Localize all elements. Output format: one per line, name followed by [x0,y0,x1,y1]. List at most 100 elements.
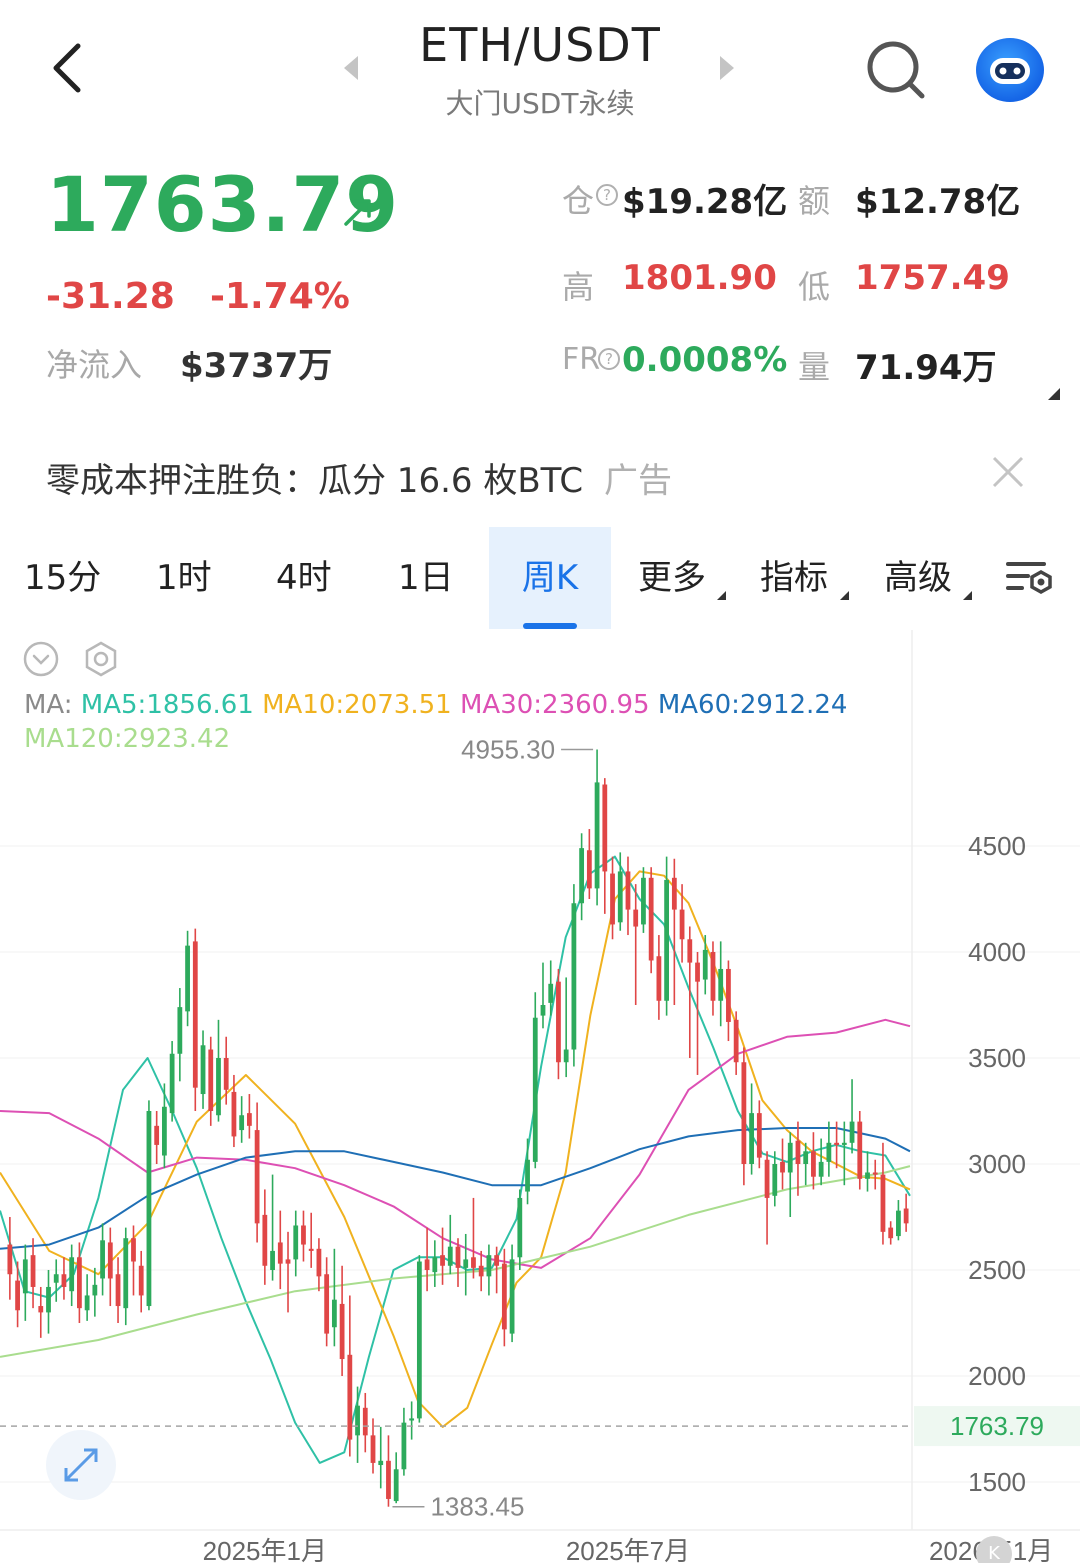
chart-settings-button[interactable] [1004,556,1056,602]
candle-body [301,1225,306,1245]
candle-body [416,1261,422,1419]
candle-body [424,1259,430,1270]
candle-body [617,871,623,923]
candle-body [308,1248,314,1251]
candle-body [679,909,685,940]
previous-pair-button[interactable] [336,50,366,86]
candle-body [579,848,585,904]
help-icon[interactable]: ? [598,348,620,370]
candle-body [138,1265,144,1296]
low-value: 1757.49 [855,258,1010,298]
tab-1h[interactable]: 1时 [156,527,212,629]
candle-body [841,1142,847,1145]
candle-body [409,1418,415,1421]
ma-prefix: MA: [24,690,73,720]
close-icon [992,456,1024,488]
y-tick-label: 4500 [968,831,1026,861]
tab-4h[interactable]: 4时 [276,527,332,629]
kline-chart[interactable]: 4500 4000 3500 3000 2500 2000 1500 2025年1月 2025年… [0,630,1080,1563]
expand-stats-toggle[interactable] [1048,388,1060,400]
gear-icon [85,641,117,677]
tab-weekly[interactable]: 周K [489,527,611,629]
dropdown-caret-icon [963,591,972,600]
search-button[interactable] [862,36,928,102]
tab-more[interactable]: 更多 [638,527,706,629]
candle-body [787,1142,793,1173]
candle-body [602,784,608,872]
min-price-label: 1383.45 [430,1492,524,1522]
price-change-absolute: -31.28 [46,276,175,317]
candle-body [756,1113,762,1158]
net-inflow-label: 净流入 [46,346,143,384]
candle-body [216,1058,221,1116]
tab-advanced[interactable]: 高级 [884,527,952,629]
candle-body [586,850,592,889]
dropdown-caret-icon [840,591,849,600]
candle-body [285,1259,291,1264]
tab-indicators[interactable]: 指标 [760,527,828,629]
candle-body [594,782,600,889]
current-price-tag: 1763.79 [950,1411,1044,1441]
candle-body [811,1151,816,1177]
candle-body [749,1113,755,1164]
x-tick-label: 2025年7月 [566,1536,690,1563]
collapse-indicators-button[interactable] [22,640,60,678]
expand-icon [64,1448,98,1482]
back-button[interactable] [40,36,100,100]
candle-body [633,909,639,927]
candle-body [185,945,190,1012]
timeframe-tabs: 15分 1时 4时 1日 周K 更多 指标 高级 [0,527,1080,629]
candle-body [131,1238,136,1262]
candle-body [200,1045,206,1095]
fullscreen-button[interactable] [46,1430,116,1500]
candle-body [896,1210,901,1237]
candle-body [741,1062,747,1164]
candle-body [517,1197,523,1258]
candle-body [865,1172,870,1179]
candle-body [656,956,662,1001]
candle-body [525,1159,530,1192]
y-tick-label: 3500 [968,1043,1026,1073]
x-tick-label: 2025年1月 [203,1536,327,1563]
candle-body [834,1142,839,1145]
tab-15m[interactable]: 15分 [24,527,101,629]
candle-body [177,1007,183,1054]
pair-title[interactable]: ETH/USDT [380,18,700,72]
candle-body [223,1058,229,1090]
candle-body [494,1255,500,1266]
tab-1d[interactable]: 1日 [398,527,454,629]
y-tick-label: 1500 [968,1467,1026,1497]
y-tick-label: 2500 [968,1255,1026,1285]
avatar[interactable] [976,38,1044,102]
candle-body [293,1225,299,1260]
candle-body [486,1255,492,1277]
candle-body [702,949,708,980]
indicator-settings-button[interactable] [82,640,120,678]
close-ad-button[interactable] [988,452,1028,492]
low-label: 低 [798,268,831,306]
candle-body [38,1306,44,1313]
candle-body [556,981,561,1063]
candlestick-chart[interactable]: 4500 4000 3500 3000 2500 2000 1500 2025年1月 2025年… [0,630,1080,1563]
candle-body [22,1259,28,1294]
candle-body [393,1469,399,1502]
dropdown-caret-icon [717,591,726,600]
ma-legend-row: MA: MA5:1856.61 MA10:2073.51 MA30:2360.9… [24,690,847,720]
candle-body [432,1257,438,1273]
candle-body [509,1259,515,1334]
search-icon [867,41,925,99]
candle-body [532,1017,538,1162]
net-inflow-value: $3737万 [180,346,333,386]
next-pair-button[interactable] [712,50,742,86]
candle-body [501,1263,507,1330]
candle-body [84,1295,90,1311]
candle-body [872,1172,878,1175]
candle-body [471,1257,476,1268]
volume-value: 71.94万 [855,348,997,388]
candle-body [331,1299,337,1328]
candle-body [548,983,554,1003]
funding-rate-label: FR [562,342,601,377]
ad-banner-text[interactable]: 零成本押注胜负：瓜分 16.6 枚BTC [46,453,583,502]
help-icon[interactable]: ? [596,184,618,206]
candle-body [316,1248,322,1277]
